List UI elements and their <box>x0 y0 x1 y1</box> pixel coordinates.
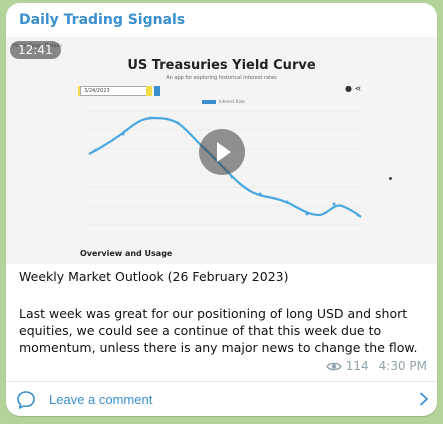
message-bubble: Daily Trading Signals Home Pages Details… <box>6 3 437 416</box>
post-body: Last week was great for our positioning … <box>19 306 418 355</box>
video-preview[interactable]: Home Pages Details US Treasuries Yield C… <box>6 37 437 264</box>
video-section-heading: Overview and Usage <box>80 249 173 258</box>
video-cursor-dot <box>389 177 392 180</box>
eye-icon <box>325 362 342 370</box>
post-heading: Weekly Market Outlook (26 February 2023) <box>19 269 289 284</box>
channel-name[interactable]: Daily Trading Signals <box>19 12 185 28</box>
leave-comment-button[interactable]: Leave a comment <box>6 382 437 416</box>
view-count: 114 <box>345 359 369 373</box>
chevron-right-icon <box>420 392 428 406</box>
video-duration-badge: 12:41 <box>10 41 61 59</box>
chat-bubble-icon <box>17 391 35 409</box>
message-meta: 114 4:30 PM <box>325 359 427 373</box>
play-icon[interactable] <box>199 129 245 175</box>
message-time: 4:30 PM <box>378 359 427 373</box>
leave-comment-label: Leave a comment <box>49 392 153 407</box>
